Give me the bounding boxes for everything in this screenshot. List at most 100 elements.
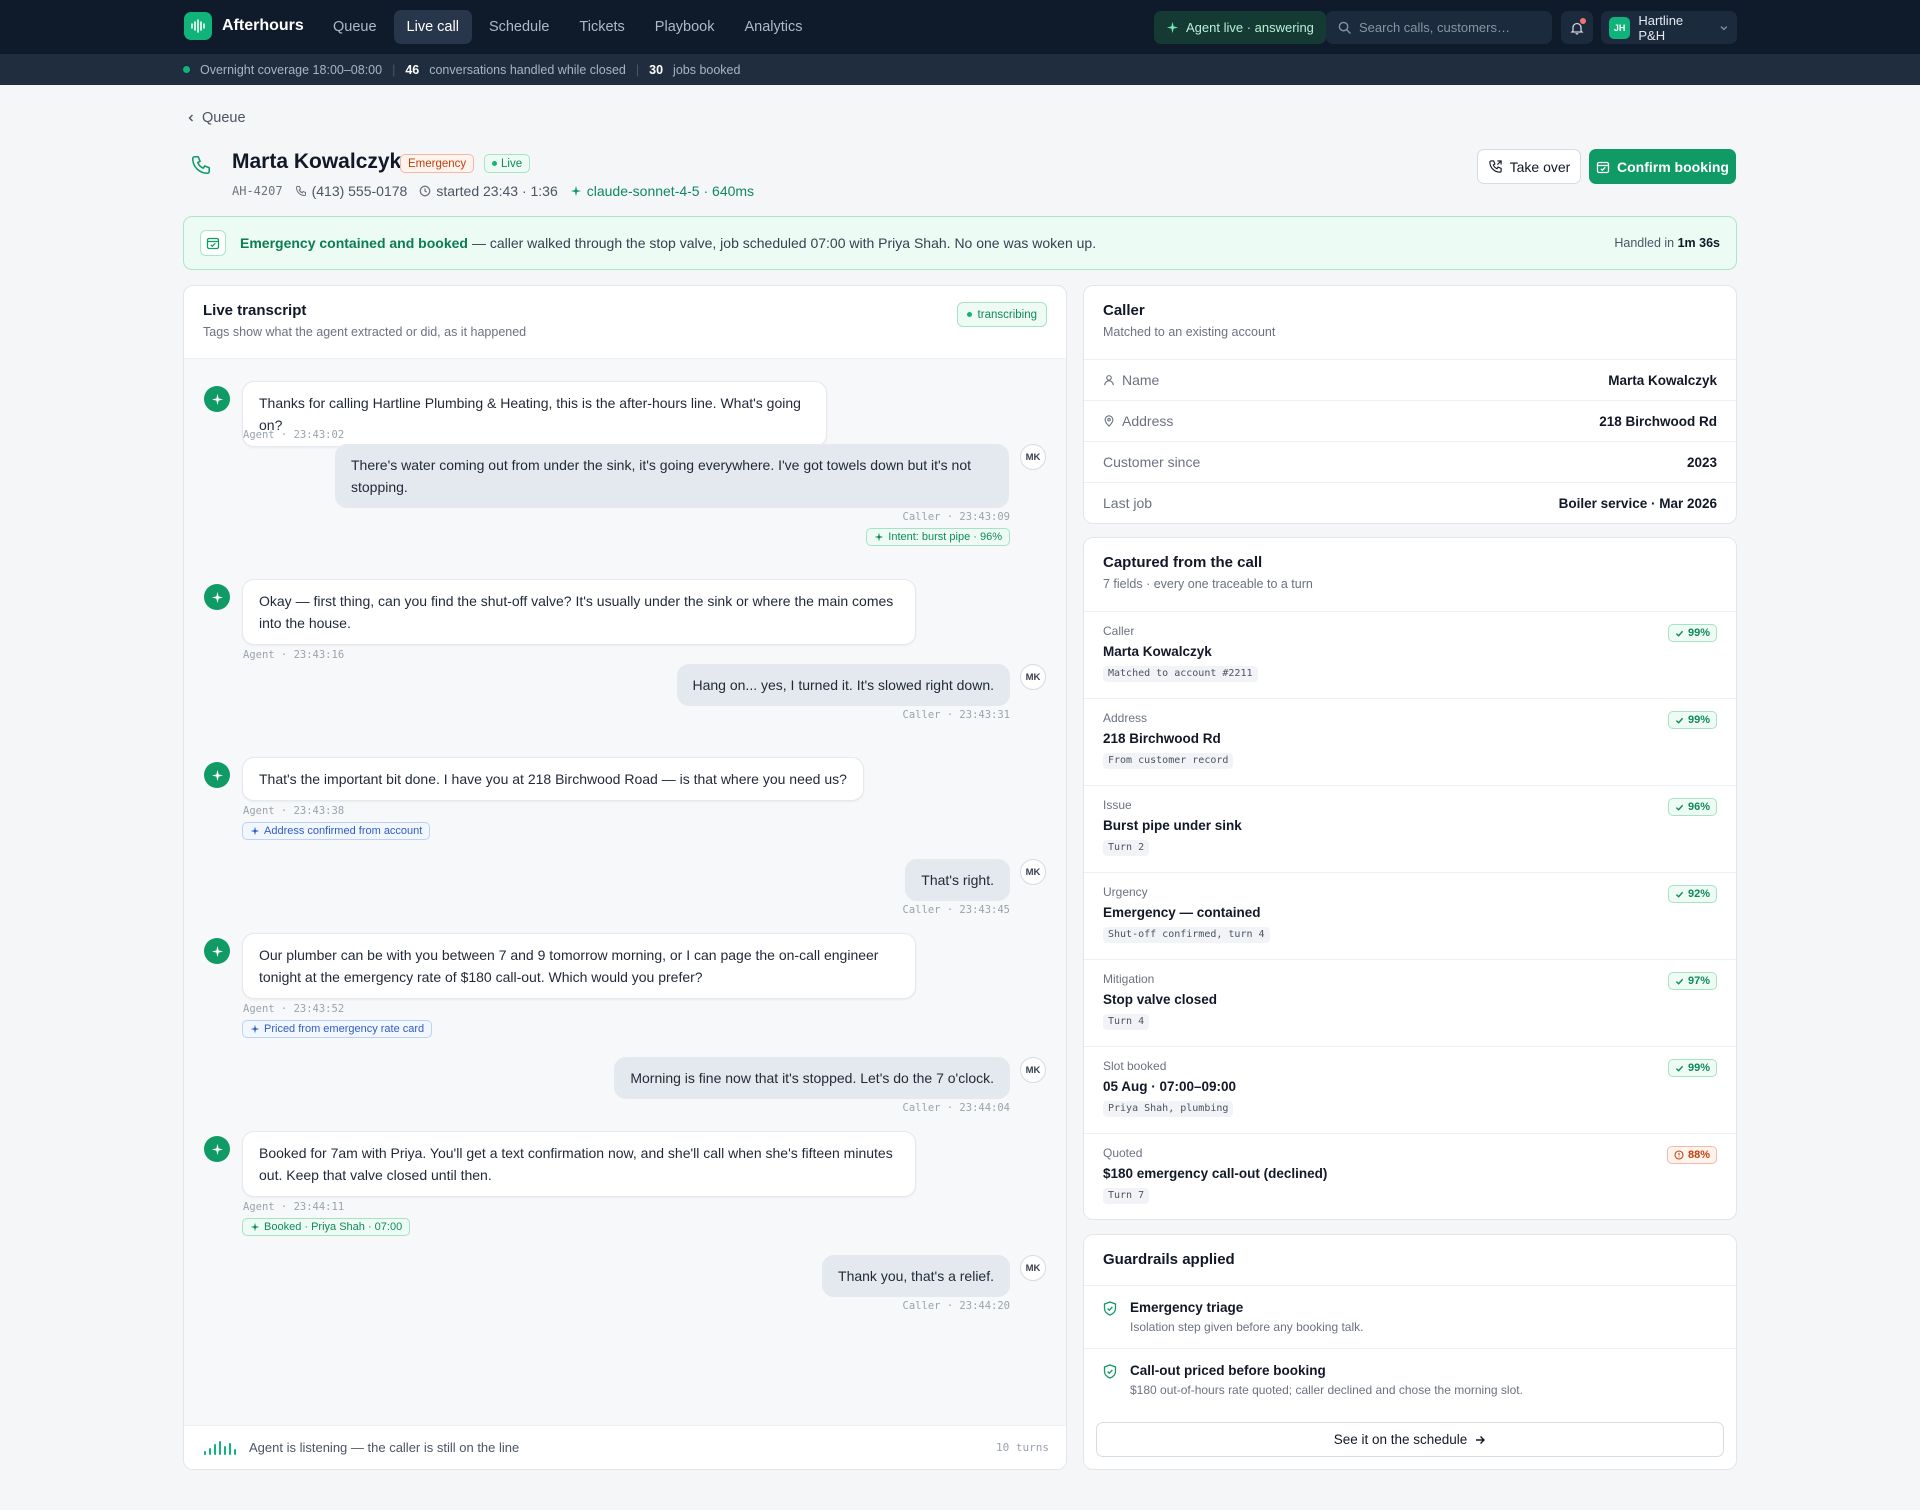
captured-field-caller[interactable]: Caller Marta Kowalczyk Matched to accoun… [1084,611,1736,698]
sparkle-icon [211,591,223,603]
nav-tab-live-call[interactable]: Live call [393,10,472,44]
guardrails-title: Guardrails applied [1103,1251,1235,1268]
name-value: Marta Kowalczyk [1608,372,1717,388]
search-input[interactable]: Search calls, customers… [1326,11,1552,44]
confidence-badge: 96% [1667,798,1717,816]
coverage-hours: Overnight coverage 18:00–08:00 [200,62,383,77]
agent-status-pill[interactable]: Agent live · answering [1154,11,1326,44]
transcript-subtitle: Tags show what the agent extracted or di… [203,325,527,339]
name-label: Name [1122,372,1160,388]
nav-tab-schedule[interactable]: Schedule [476,10,562,44]
top-nav: Afterhours Queue Live call Schedule Tick… [0,0,1920,54]
field-value: $180 emergency call-out (declined) [1103,1166,1328,1181]
phone-number: (413) 555-0178 [311,183,408,199]
low-confidence-badge: 88% [1666,1146,1717,1164]
transcript-body[interactable]: Thanks for calling Hartline Plumbing & H… [184,359,1066,1427]
nav-tab-tickets[interactable]: Tickets [566,10,637,44]
back-to-queue-link[interactable]: Queue [186,110,246,126]
field-value: Stop valve closed [1103,992,1218,1007]
sparkle-icon [570,185,581,197]
field-value: 05 Aug · 07:00–09:00 [1103,1079,1237,1094]
calendar-icon [200,230,226,256]
field-label: Issue [1103,798,1132,812]
agent-message: Booked for 7am with Priya. You'll get a … [242,1131,916,1197]
message-timestamp: Caller · 23:43:31 [902,709,1010,721]
field-value: 218 Birchwood Rd [1103,731,1221,746]
confidence-value: 97% [1687,975,1710,987]
brand[interactable]: Afterhours [184,12,304,40]
schedule-button-label: See it on the schedule [1333,1432,1468,1447]
conversations-count: 46 [405,62,420,77]
agent-avatar [204,584,230,610]
search-placeholder: Search calls, customers… [1359,20,1510,35]
caller-message: That's right. [905,859,1010,901]
coverage-bar: Overnight coverage 18:00–08:00 | 46 conv… [0,54,1920,85]
field-label: Urgency [1103,885,1148,899]
nav-tab-queue[interactable]: Queue [320,10,390,44]
confidence-value: 92% [1687,888,1710,900]
captured-subtitle: 7 fields · every one traceable to a turn [1103,577,1313,591]
field-source: Shut-off confirmed, turn 4 [1103,927,1270,943]
field-label: Quoted [1103,1146,1143,1160]
nav-tab-playbook[interactable]: Playbook [642,10,728,44]
captured-field-slot-booked[interactable]: Slot booked 05 Aug · 07:00–09:00 Priya S… [1084,1046,1736,1133]
field-source: Turn 2 [1103,840,1150,856]
transcript-card: Live transcript Tags show what the agent… [183,285,1067,1470]
confirm-booking-button[interactable]: Confirm booking [1589,149,1736,184]
transcript-header: Live transcript Tags show what the agent… [184,286,1066,359]
see-on-schedule-button[interactable]: See it on the schedule [1096,1422,1724,1457]
message-timestamp: Agent · 23:43:52 [243,1003,345,1015]
confidence-badge: 99% [1667,711,1717,729]
org-switcher[interactable]: JH Hartline P&H [1601,11,1737,44]
org-name: Hartline P&H [1638,12,1684,43]
caller-avatar: MK [1020,1057,1046,1083]
field-label: Slot booked [1103,1059,1167,1073]
row-label: Name [1103,372,1159,388]
row-label: Address [1103,413,1173,429]
map-pin-icon [1104,415,1114,427]
phone-icon [191,155,211,175]
emergency-badge: Emergency [400,154,475,173]
sparkle-icon [250,826,260,836]
model-info: claude-sonnet-4-5 · 640ms [570,183,754,199]
check-icon [1675,1065,1684,1072]
captured-field-quoted[interactable]: Quoted $180 emergency call-out (declined… [1084,1133,1736,1219]
captured-field-urgency[interactable]: Urgency Emergency — contained Shut-off c… [1084,872,1736,959]
nav-tabs: Queue Live call Schedule Tickets Playboo… [320,10,815,44]
caller-card-title: Caller [1103,302,1145,319]
field-value: Emergency — contained [1103,905,1261,920]
field-source: Matched to account #2211 [1103,666,1258,682]
confidence-badge: 92% [1667,885,1717,903]
caller-card-header: Caller Matched to an existing account [1084,286,1736,359]
confidence-value: 88% [1687,1149,1710,1161]
field-label: Mitigation [1103,972,1155,986]
caller-phone: (413) 555-0178 [295,183,408,199]
caller-row-name: Name Marta Kowalczyk [1084,359,1736,400]
banner-text: — caller walked through the stop valve, … [471,235,1097,251]
shield-check-icon [1103,1301,1117,1316]
shield-check-icon [1103,1364,1117,1379]
transcribing-label: transcribing [977,308,1037,321]
address-confirmed-tag: Address confirmed from account [242,822,431,840]
captured-field-issue[interactable]: Issue Burst pipe under sink Turn 2 96% [1084,785,1736,872]
take-over-button[interactable]: Take over [1477,149,1581,184]
live-badge: Live [484,154,531,173]
captured-field-mitigation[interactable]: Mitigation Stop valve closed Turn 4 97% [1084,959,1736,1046]
captured-field-address[interactable]: Address 218 Birchwood Rd From customer r… [1084,698,1736,785]
sparkle-icon [874,532,884,542]
nav-tab-analytics[interactable]: Analytics [731,10,815,44]
model-name: claude-sonnet-4-5 · 640ms [586,183,755,199]
sparkle-icon [211,945,223,957]
confirm-label: Confirm booking [1617,158,1729,175]
check-icon [1675,717,1684,724]
confidence-badge: 99% [1667,624,1717,642]
field-source: Turn 7 [1103,1188,1150,1204]
customer-since-value: 2023 [1686,454,1717,470]
call-started: started 23:43 · 1:36 [419,183,558,199]
guardrail-description: Isolation step given before any booking … [1130,1320,1364,1334]
guardrail-title: Emergency triage [1130,1300,1244,1315]
outcome-banner: Emergency contained and booked — caller … [183,216,1737,270]
caller-card: Caller Matched to an existing account Na… [1083,285,1737,524]
notifications-button[interactable] [1561,11,1593,44]
transcribing-badge: transcribing [956,302,1047,327]
